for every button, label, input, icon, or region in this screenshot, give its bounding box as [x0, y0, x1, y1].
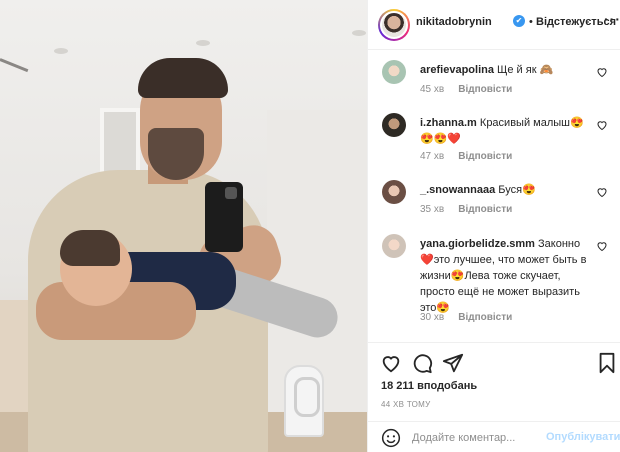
comment-text: Ще й як 🙈 — [497, 64, 554, 76]
humidifier — [284, 365, 324, 437]
heart-icon[interactable] — [380, 352, 402, 374]
like-heart-icon[interactable] — [596, 186, 608, 198]
ceiling-light — [196, 40, 210, 46]
header-username[interactable]: nikitadobrynin — [416, 16, 492, 28]
bookmark-icon[interactable] — [596, 352, 618, 374]
comment-username[interactable]: arefievapolina — [420, 64, 494, 76]
comment-text: Буся😍 — [498, 184, 536, 196]
avatar[interactable] — [382, 180, 406, 204]
post-header: nikitadobrynin ✔ • Відстежується ··· — [368, 0, 620, 50]
emoji-icon[interactable] — [381, 428, 401, 448]
post-actions: 18 211 вподобань 44 ХВ ТОМУ Опублікувати — [368, 342, 620, 452]
comment-icon[interactable] — [411, 352, 433, 374]
baby-hair — [60, 230, 120, 266]
comment-item: arefievapolina Ще й як 🙈 45 хв Відповісти — [382, 60, 612, 100]
person-hair — [138, 58, 228, 98]
comment-input[interactable] — [412, 430, 542, 446]
phone — [205, 182, 243, 252]
comment-time: 35 хв — [420, 204, 445, 215]
like-heart-icon[interactable] — [596, 240, 608, 252]
reply-button[interactable]: Відповісти — [458, 312, 512, 323]
post-sidebar: nikitadobrynin ✔ • Відстежується ··· are… — [367, 0, 620, 452]
reply-button[interactable]: Відповісти — [458, 84, 512, 95]
reply-button[interactable]: Відповісти — [458, 204, 512, 215]
avatar[interactable] — [378, 9, 410, 41]
comment-time: 45 хв — [420, 84, 445, 95]
comment-time: 47 хв — [420, 151, 445, 162]
verified-icon: ✔ — [513, 15, 525, 27]
comment-item: yana.giorbelidze.smm Законно ❤️это лучше… — [382, 234, 612, 330]
share-icon[interactable] — [442, 352, 464, 374]
more-options-icon[interactable]: ··· — [604, 11, 620, 27]
ceiling-rail — [0, 58, 29, 73]
publish-button[interactable]: Опублікувати — [546, 431, 620, 443]
avatar[interactable] — [382, 60, 406, 84]
comment-time: 30 хв — [420, 312, 445, 323]
separator: • — [529, 16, 533, 28]
ceiling-light — [352, 30, 366, 36]
comment-username[interactable]: yana.giorbelidze.smm — [420, 238, 535, 250]
add-comment-bar: Опублікувати — [368, 421, 620, 452]
like-heart-icon[interactable] — [596, 66, 608, 78]
avatar[interactable] — [382, 234, 406, 258]
comment-item: i.zhanna.m Красивый малыш😍😍😍❤️ 47 хв Відп… — [382, 113, 612, 165]
post-timestamp[interactable]: 44 ХВ ТОМУ — [381, 400, 431, 409]
post-photo[interactable] — [0, 0, 367, 452]
likes-count[interactable]: 18 211 вподобань — [381, 380, 477, 392]
comment-username[interactable]: _.snowannaaa — [420, 184, 495, 196]
avatar[interactable] — [382, 113, 406, 137]
comment-username[interactable]: i.zhanna.m — [420, 117, 477, 129]
ceiling-light — [54, 48, 68, 54]
like-heart-icon[interactable] — [596, 119, 608, 131]
reply-button[interactable]: Відповісти — [458, 151, 512, 162]
comment-item: _.snowannaaa Буся😍 35 хв Відповісти — [382, 180, 612, 220]
